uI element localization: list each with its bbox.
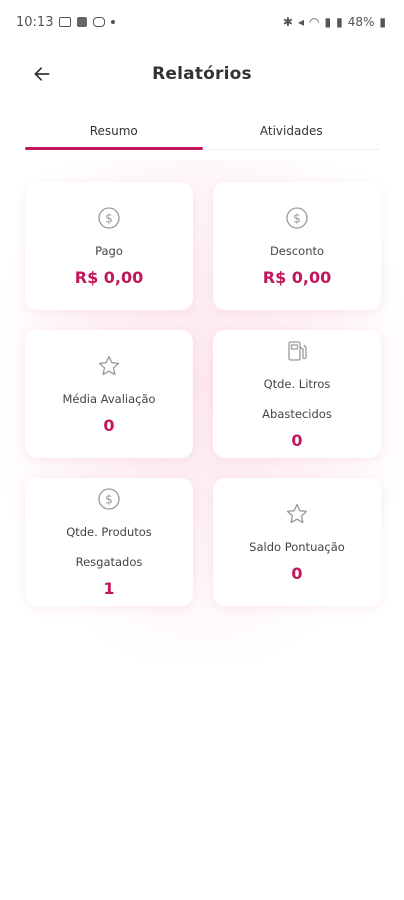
- more-dot-icon: [111, 20, 116, 24]
- card-value: 1: [103, 578, 115, 598]
- card-pago: $ Pago R$ 0,00: [25, 182, 193, 310]
- star-icon: [97, 354, 121, 378]
- dollar-circle-icon: $: [97, 206, 121, 230]
- wifi-icon: ◠: [309, 15, 320, 29]
- instagram-icon: [93, 17, 106, 27]
- card-value: 0: [103, 415, 115, 435]
- card-label: Qtde. Litros: [263, 376, 331, 391]
- card-value: R$ 0,00: [262, 267, 332, 287]
- svg-text:$: $: [293, 211, 301, 225]
- app-header: Relatórios: [0, 52, 404, 96]
- card-media-avaliacao: Média Avaliação 0: [25, 330, 193, 458]
- card-label: Qtde. Produtos: [66, 524, 152, 539]
- card-saldo-pontuacao: Saldo Pontuação 0: [213, 478, 381, 606]
- svg-text:$: $: [105, 211, 113, 225]
- arrow-left-icon: [34, 67, 50, 81]
- dollar-circle-icon: $: [285, 206, 309, 230]
- dollar-circle-icon: $: [97, 487, 121, 511]
- card-label: Desconto: [269, 243, 325, 258]
- battery-icon: ▮: [379, 15, 386, 29]
- mail-icon: [77, 17, 88, 27]
- tab-bar: Resumo Atividades: [25, 118, 380, 150]
- card-label-line2: Resgatados: [75, 554, 143, 569]
- mute-icon: ◂: [297, 15, 305, 29]
- tab-resumo[interactable]: Resumo: [25, 118, 203, 150]
- card-label: Saldo Pontuação: [249, 539, 345, 554]
- card-value: 0: [291, 563, 303, 583]
- page-title: Relatórios: [152, 64, 252, 84]
- signal-2-icon: ▮: [336, 15, 343, 29]
- battery-percent: 48%: [347, 15, 375, 29]
- card-label-line2: Abastecidos: [262, 406, 332, 421]
- card-label: Média Avaliação: [62, 391, 156, 406]
- card-value: R$ 0,00: [74, 267, 144, 287]
- card-qtde-litros: Qtde. Litros Abastecidos 0: [213, 330, 381, 458]
- summary-grid: $ Pago R$ 0,00 $ Desconto R$ 0,00 Média …: [25, 182, 381, 606]
- status-bar: 10:13 ✱ ◂ ◠ ▮ ▮ 48% ▮: [0, 0, 404, 44]
- bluetooth-icon: ✱: [282, 15, 293, 29]
- card-qtde-produtos: $ Qtde. Produtos Resgatados 1: [25, 478, 193, 606]
- signal-icon: ▮: [324, 15, 332, 29]
- status-time: 10:13: [16, 14, 54, 30]
- back-button[interactable]: [28, 60, 56, 88]
- svg-text:$: $: [105, 492, 113, 506]
- card-label: Pago: [95, 243, 123, 258]
- star-icon: [285, 502, 309, 526]
- tab-atividades[interactable]: Atividades: [203, 118, 381, 149]
- fuel-pump-icon: [285, 339, 309, 363]
- card-value: 0: [291, 430, 303, 450]
- notification-icon: [59, 17, 72, 27]
- card-desconto: $ Desconto R$ 0,00: [213, 182, 381, 310]
